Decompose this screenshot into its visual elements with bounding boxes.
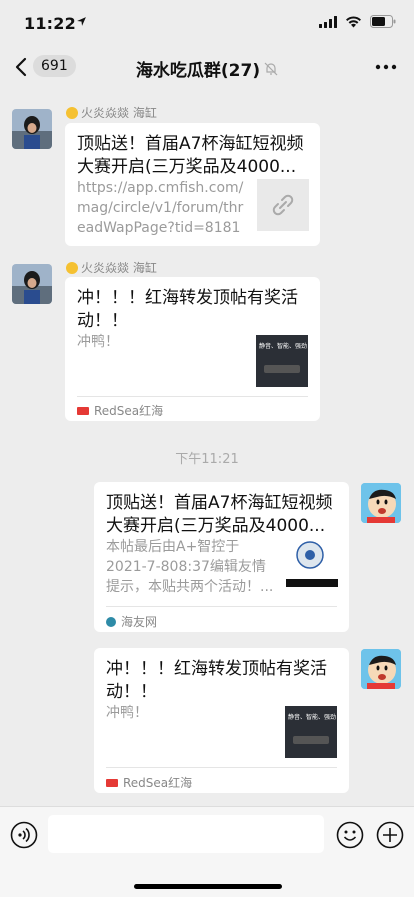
sender-name-text: 火炎焱燚 海缸	[81, 261, 157, 275]
status-time: 11:22	[24, 14, 76, 33]
chat-title-bar: 海水吃瓜群(27)	[0, 56, 414, 81]
redsea-thumbnail: 静音、智能、强劲	[285, 706, 337, 758]
sender-name-text: 火炎焱燚 海缸	[81, 106, 157, 120]
card-url: https://app.cmfish.com/mag/circle/v1/for…	[77, 180, 244, 236]
sender-name: 火炎焱燚 海缸	[66, 259, 157, 276]
device-shape	[293, 736, 329, 744]
card-divider	[77, 396, 308, 397]
sender-avatar-photo	[12, 109, 52, 149]
card-divider	[106, 606, 337, 607]
message-input[interactable]	[48, 815, 324, 853]
card-source: 海友网	[106, 613, 157, 630]
sender-avatar[interactable]	[12, 109, 52, 149]
chat-area[interactable]: 火炎焱燚 海缸 顶贴送！首届A7杯海缸短视频大赛开启(三万奖品及4000... …	[0, 88, 414, 806]
haiyou-logo-icon	[106, 616, 116, 627]
my-avatar[interactable]	[361, 483, 401, 523]
smile-emoji-icon	[66, 106, 78, 119]
redsea-thumbnail: 静音、智能、强劲	[256, 335, 308, 387]
source-name: RedSea红海	[123, 776, 193, 790]
thumbnail-caption: 静音、智能、强劲	[259, 343, 308, 350]
chat-title[interactable]: 海水吃瓜群(27)	[136, 56, 260, 81]
card-source: RedSea红海	[77, 402, 163, 419]
shinchan-avatar-icon	[361, 483, 401, 523]
sender-avatar-photo	[12, 264, 52, 304]
emoji-icon[interactable]	[336, 821, 364, 849]
status-icons	[319, 15, 396, 28]
link-thumbnail	[257, 179, 309, 231]
link-card[interactable]: 顶贴送！首届A7杯海缸短视频大赛开启(三万奖品及4000... 本帖最后由A+智…	[94, 482, 349, 632]
location-arrow-icon	[77, 17, 86, 26]
status-bar: 11:22	[0, 0, 414, 46]
source-name: RedSea红海	[94, 404, 164, 418]
sender-name: 火炎焱燚 海缸	[66, 104, 157, 121]
link-card[interactable]: 顶贴送！首届A7杯海缸短视频大赛开启(三万奖品及4000... https://…	[65, 123, 320, 246]
wifi-icon	[346, 15, 361, 27]
card-source: RedSea红海	[106, 774, 192, 791]
mute-bell-icon	[264, 62, 278, 75]
link-icon	[272, 194, 294, 216]
card-divider	[106, 767, 337, 768]
plus-icon[interactable]	[376, 821, 404, 849]
card-title: 冲！！！红海转发顶帖有奖活动！！	[77, 288, 298, 331]
card-desc: 冲鸭！	[106, 705, 148, 721]
card-desc: 冲鸭！	[77, 334, 119, 350]
link-card[interactable]: 冲！！！红海转发顶帖有奖活动！！ 冲鸭！ 静音、智能、强劲 RedSea红海	[65, 277, 320, 421]
thumbnail-caption: 静音、智能、强劲	[288, 714, 337, 721]
smile-emoji-icon	[66, 261, 78, 274]
home-indicator[interactable]	[134, 884, 282, 889]
my-avatar[interactable]	[361, 649, 401, 689]
thumbnail-image	[286, 541, 338, 587]
card-title: 冲！！！红海转发顶帖有奖活动！！	[106, 659, 327, 702]
link-card[interactable]: 冲！！！红海转发顶帖有奖活动！！ 冲鸭！ 静音、智能、强劲 RedSea红海	[94, 648, 349, 793]
chat-timestamp: 下午11:21	[175, 452, 239, 467]
more-options-icon[interactable]	[374, 58, 398, 76]
card-desc: 本帖最后由A+智控于2021-7-808:37编辑友情提示，本贴共两个活动！..…	[106, 539, 274, 595]
nav-bar: 691 海水吃瓜群(27)	[0, 46, 414, 88]
input-bar	[0, 806, 414, 897]
source-name: 海友网	[121, 615, 158, 629]
voice-input-icon[interactable]	[10, 821, 38, 849]
device-shape	[264, 365, 300, 373]
haiyou-thumbnail	[286, 537, 338, 589]
card-title: 顶贴送！首届A7杯海缸短视频大赛开启(三万奖品及4000...	[106, 493, 333, 536]
battery-icon	[370, 15, 396, 28]
card-title: 顶贴送！首届A7杯海缸短视频大赛开启(三万奖品及4000...	[77, 134, 304, 177]
redsea-logo-icon	[106, 778, 118, 787]
shinchan-avatar-icon	[361, 649, 401, 689]
redsea-logo-icon	[77, 406, 89, 415]
sender-avatar[interactable]	[12, 264, 52, 304]
signal-icon	[319, 15, 337, 28]
